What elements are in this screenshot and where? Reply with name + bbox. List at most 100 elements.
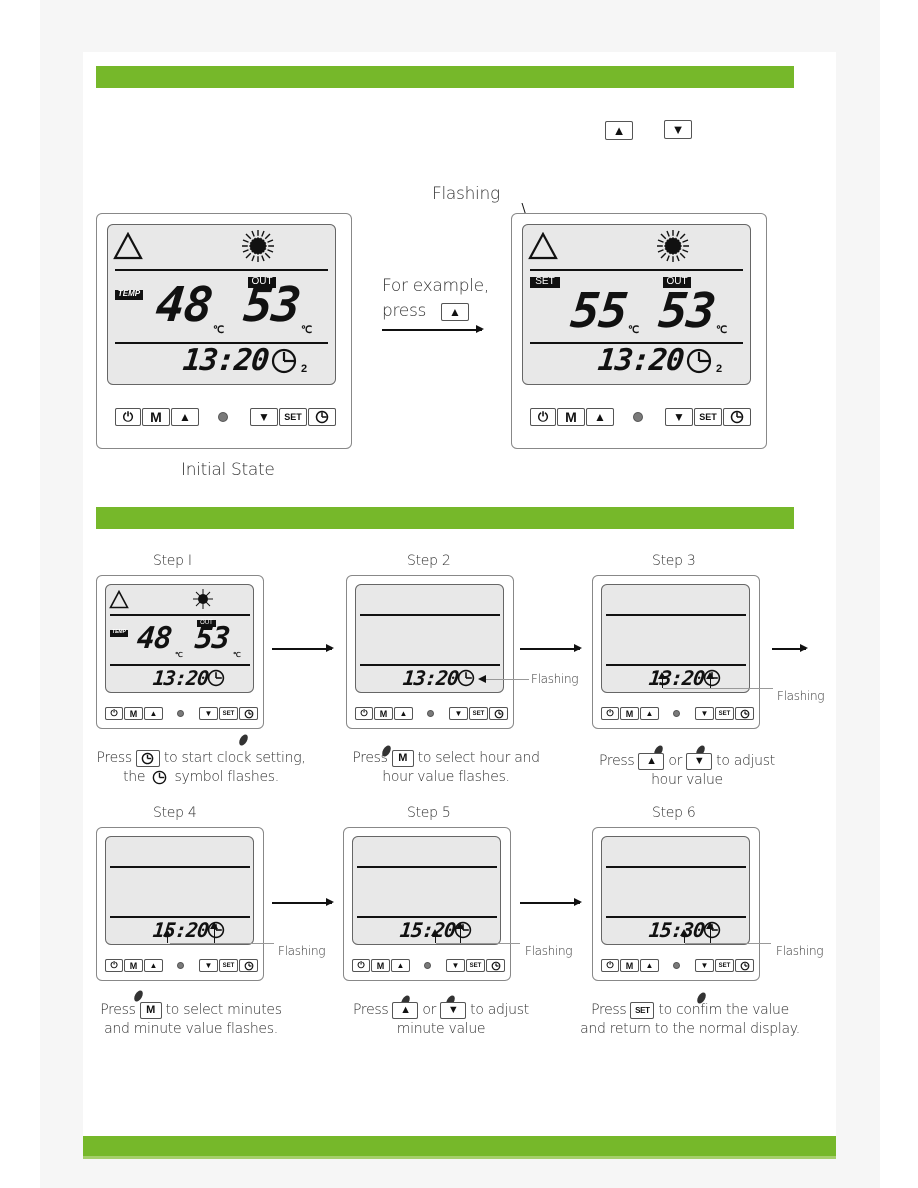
button-row: ⏻ M ▲ ▼ SET [355,707,509,720]
mode-button[interactable]: M [124,707,143,720]
down-button-icon: ▼ [686,752,713,770]
clock-button[interactable] [239,707,258,720]
clock-button-icon [135,749,160,767]
power-button[interactable]: ⏻ [530,408,556,426]
step-controller: 15:30 ⏻ M ▲ ▼ SET [592,827,760,981]
up-button[interactable]: ▲ [640,959,659,972]
lcd-display: 15:20 [352,836,501,945]
power-button[interactable]: ⏻ [355,707,373,720]
up-button[interactable]: ▲ [144,707,163,720]
caption-text: and return to the normal display. [580,1021,800,1037]
up-button[interactable]: ▲ [391,959,410,972]
set-button[interactable]: SET [715,959,734,972]
power-button[interactable]: ⏻ [105,707,123,720]
mode-button[interactable]: M [620,959,639,972]
set-button[interactable]: SET [715,707,734,720]
example-text-line2: press [382,301,427,321]
right-temperature: 53 [193,621,232,656]
up-button[interactable]: ▲ [171,408,199,426]
clock-button[interactable] [723,408,751,426]
set-button[interactable]: SET [694,408,722,426]
set-button[interactable]: SET [469,707,488,720]
step-title: Step 4 [153,805,197,821]
clock-time: 13:20 [596,343,686,378]
power-button[interactable]: ⏻ [601,959,619,972]
flashing-label: Flashing [432,184,500,204]
section-header-bar-2 [96,507,794,529]
up-button[interactable]: ▲ [586,408,614,426]
temp-tag: TEMP [110,630,128,637]
left-unit: ℃ [175,652,183,659]
example-up-button-icon: ▲ [441,303,469,321]
right-unit: ℃ [233,652,241,659]
down-button[interactable]: ▼ [449,707,468,720]
mode-button[interactable]: M [142,408,170,426]
clock-index: 2 [716,363,723,375]
down-button[interactable]: ▼ [250,408,278,426]
up-button[interactable]: ▲ [394,707,413,720]
mode-button[interactable]: M [371,959,390,972]
step-controller: 13:20 ⏻ M ▲ ▼ SET [346,575,514,729]
clock-icon [457,669,475,687]
lcd-divider-top [606,614,746,616]
power-button[interactable]: ⏻ [601,707,619,720]
down-button[interactable]: ▼ [695,707,714,720]
lcd-display: 15:20 [105,836,254,945]
clock-button-icon [740,709,749,718]
set-button[interactable]: SET [219,707,238,720]
button-row: ⏻ M ▲ ▼ SET [105,707,259,720]
down-button[interactable]: ▼ [695,959,714,972]
clock-button[interactable] [735,959,754,972]
clock-button[interactable] [486,959,505,972]
set-button[interactable]: SET [279,408,307,426]
step-controller: 13:20 ⏻ M ▲ ▼ SET [592,575,760,729]
section-header-bar-1 [96,66,794,88]
down-button[interactable]: ▼ [199,707,218,720]
caption-text: to adjust [716,753,775,769]
mode-button[interactable]: M [374,707,393,720]
status-led [633,412,643,422]
flashing-arrow-left [478,675,486,683]
step-arrow [272,899,334,905]
set-button[interactable]: SET [219,959,238,972]
step-controller: 15:20 ⏻ M ▲ ▼ SET [343,827,511,981]
clock-button[interactable] [239,959,258,972]
up-button[interactable]: ▲ [640,707,659,720]
clock-button[interactable] [308,408,336,426]
power-button[interactable]: ⏻ [352,959,370,972]
mode-button[interactable]: M [620,707,639,720]
flashing-label: Flashing [531,672,579,686]
flashing-leader-line [436,943,520,944]
lcd-display: 15:30 [601,836,750,945]
footer-bar [83,1136,836,1159]
left-unit: ℃ [213,325,225,336]
up-button[interactable]: ▲ [144,959,163,972]
mode-button[interactable]: M [557,408,585,426]
set-button[interactable]: SET [466,959,485,972]
clock-index: 2 [301,363,308,375]
lcd-display: SET OUT 55 ℃ 53 ℃ 13:20 2 [522,224,751,385]
mode-button[interactable]: M [124,959,143,972]
clock-button[interactable] [735,707,754,720]
step-controller: OUT TEMP 48 ℃ 53 ℃ 13:20 ⏻ M ▲ ▼ SET [96,575,264,729]
power-button[interactable]: ⏻ [105,959,123,972]
down-button[interactable]: ▼ [446,959,465,972]
example-arrow [382,326,484,332]
flashing-pointer [706,672,714,688]
caption-text: to adjust [470,1002,529,1018]
caption-text: to select minutes [165,1002,282,1018]
down-button[interactable]: ▼ [665,408,693,426]
flashing-pointer [658,672,666,688]
clock-button[interactable] [489,707,508,720]
warning-triangle-icon [109,590,129,609]
left-temperature: 48 [153,277,215,333]
intro-down-button-icon: ▼ [664,120,692,139]
caption-text: Press [353,1002,389,1018]
caption-text: to start clock setting, [163,750,306,766]
down-button[interactable]: ▼ [199,959,218,972]
temp-tag: TEMP [115,290,143,300]
clock-button-icon [244,961,253,970]
caption-text: to confim the value [658,1002,789,1018]
power-button[interactable]: ⏻ [115,408,141,426]
caption-text: Press [599,753,635,769]
